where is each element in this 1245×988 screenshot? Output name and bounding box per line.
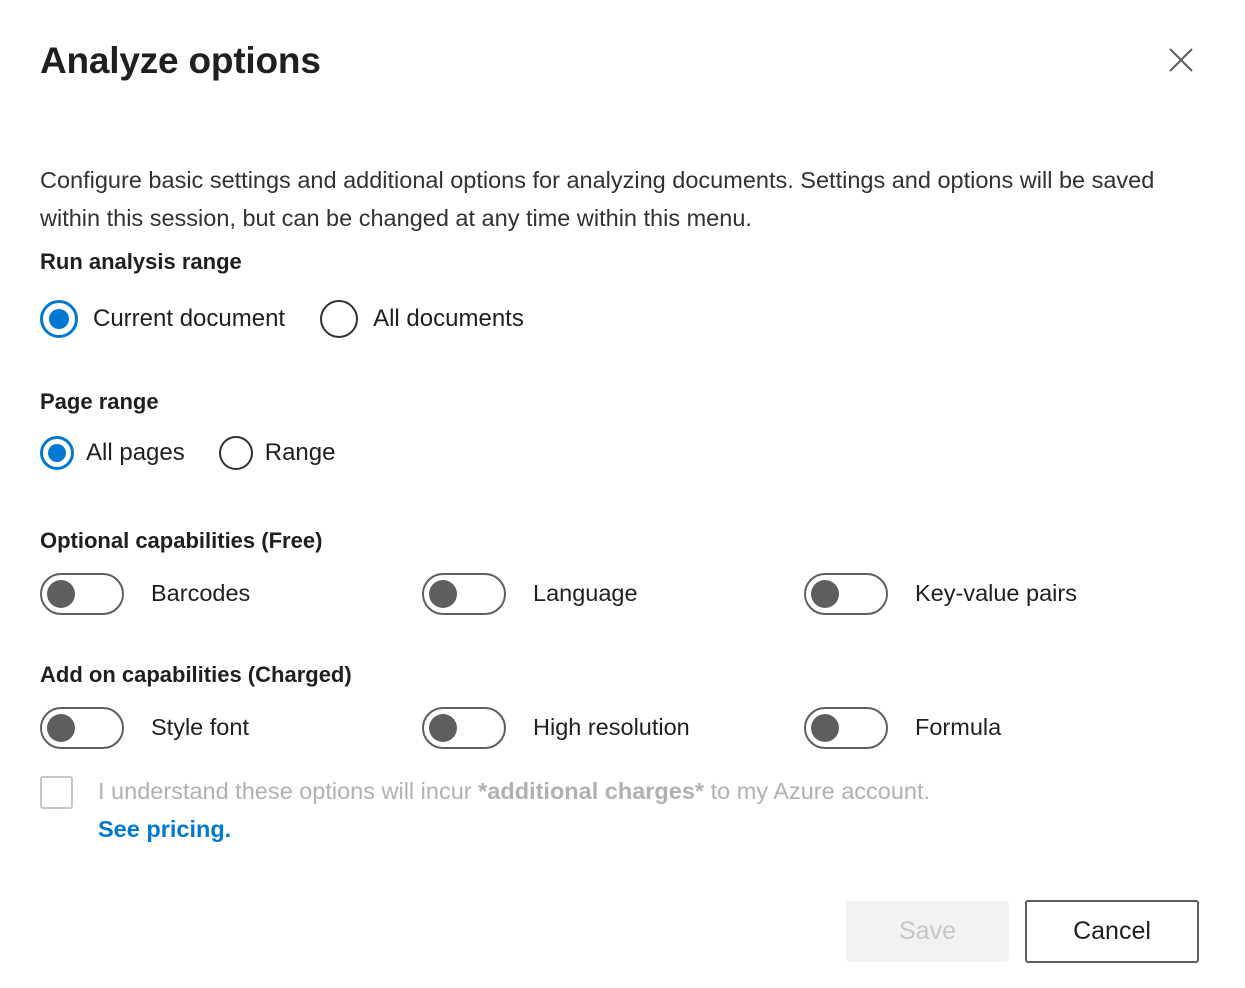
toggle-label-barcodes: Barcodes [151,582,250,606]
toggle-thumb [811,714,839,742]
radio-option-all-pages[interactable]: All pages [40,436,185,470]
toggle-thumb [47,580,75,608]
section-heading-optional-capabilities: Optional capabilities (Free) [40,528,322,554]
consent-row: I understand these options will incur *a… [40,772,1205,848]
toggle-row-addon-capabilities: Style font High resolution Formula [40,707,1205,749]
radio-option-all-documents[interactable]: All documents [320,300,524,338]
toggle-item-formula: Formula [804,707,1001,749]
cancel-button[interactable]: Cancel [1025,900,1199,963]
section-heading-page-range: Page range [40,389,159,415]
toggle-label-language: Language [533,582,638,606]
toggle-item-language: Language [422,573,638,615]
toggle-barcodes[interactable] [40,573,124,615]
radio-mark-range[interactable] [219,436,253,470]
close-button[interactable] [1157,36,1205,84]
toggle-item-barcodes: Barcodes [40,573,250,615]
close-icon [1166,45,1196,75]
consent-text-strong: *additional charges* [478,778,704,804]
consent-checkbox[interactable] [40,776,73,809]
dialog-description: Configure basic settings and additional … [40,161,1200,237]
toggle-language[interactable] [422,573,506,615]
toggle-thumb [811,580,839,608]
radio-group-page-range: All pages Range [40,436,335,470]
radio-option-current-document[interactable]: Current document [40,300,285,338]
analyze-options-dialog: Analyze options Configure basic settings… [0,0,1245,988]
toggle-thumb [429,580,457,608]
toggle-thumb [47,714,75,742]
page-title: Analyze options [40,30,1205,92]
toggle-row-optional-capabilities: Barcodes Language Key-value pairs [40,573,1205,615]
radio-group-run-analysis-range: Current document All documents [40,300,524,338]
radio-label-all-documents: All documents [373,307,524,331]
section-heading-run-analysis-range: Run analysis range [40,249,242,275]
consent-text-before: I understand these options will incur [98,778,478,804]
consent-text: I understand these options will incur *a… [98,772,930,848]
radio-label-range: Range [265,441,336,465]
radio-mark-all-pages[interactable] [40,436,74,470]
consent-text-after: to my Azure account. [704,778,930,804]
toggle-thumb [429,714,457,742]
radio-label-all-pages: All pages [86,441,185,465]
toggle-label-high-resolution: High resolution [533,716,690,740]
toggle-item-key-value-pairs: Key-value pairs [804,573,1077,615]
toggle-high-resolution[interactable] [422,707,506,749]
save-button[interactable]: Save [846,901,1009,962]
toggle-label-style-font: Style font [151,716,249,740]
radio-label-current-document: Current document [93,307,285,331]
toggle-style-font[interactable] [40,707,124,749]
radio-mark-current-document[interactable] [40,300,78,338]
radio-mark-all-documents[interactable] [320,300,358,338]
toggle-item-style-font: Style font [40,707,249,749]
dialog-footer: Save Cancel [40,898,1205,968]
section-heading-addon-capabilities: Add on capabilities (Charged) [40,662,352,688]
toggle-formula[interactable] [804,707,888,749]
toggle-key-value-pairs[interactable] [804,573,888,615]
toggle-label-formula: Formula [915,716,1001,740]
toggle-item-high-resolution: High resolution [422,707,690,749]
radio-option-range[interactable]: Range [219,436,336,470]
see-pricing-link[interactable]: See pricing. [98,810,930,848]
dialog-header: Analyze options [40,30,1205,92]
toggle-label-key-value-pairs: Key-value pairs [915,582,1077,606]
